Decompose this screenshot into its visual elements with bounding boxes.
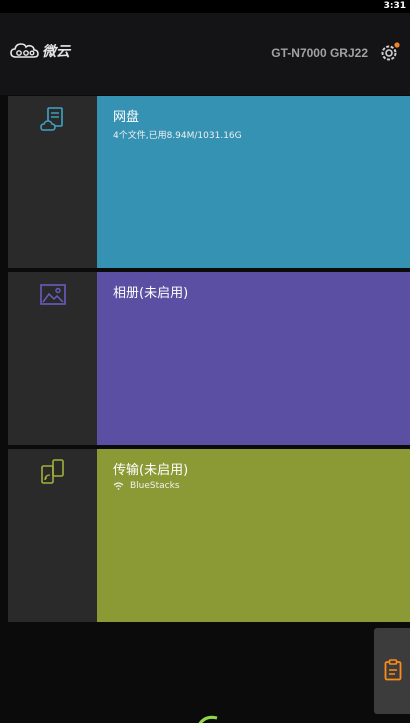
cloud-logo-icon [10,43,39,58]
device-name: GT-N7000 GRJ22 [271,46,368,60]
storage-usage-text: 4个文件,已用8.94M/1031.16G [113,131,242,141]
app-logo: 微云 [10,41,70,61]
screen: 3:31 微云 GT-N7000 GRJ22 网盘 4个文件,已用8.94M/1… [0,0,410,723]
tile-cloud-drive[interactable]: 网盘 4个文件,已用8.94M/1031.16G [8,96,410,268]
tile-subtitle: BlueStacks [113,481,180,491]
tile-subtitle: 4个文件,已用8.94M/1031.16G [113,128,242,141]
cloud-document-icon [40,107,63,131]
clipboard-button[interactable] [374,628,410,714]
tile-main: 网盘 4个文件,已用8.94M/1031.16G [97,96,410,268]
status-bar: 3:31 [0,0,410,13]
tile-title: 传输(未启用) [113,463,189,478]
tile-side [8,96,97,268]
network-name: BlueStacks [130,481,180,491]
tile-main: 传输(未启用) BlueStacks [97,449,410,622]
logo-text: 微云 [42,44,70,60]
tile-side [8,272,97,445]
status-time: 3:31 [383,1,406,11]
settings-button[interactable] [378,40,402,64]
tile-title: 网盘 [113,110,140,125]
clipboard-icon [384,659,402,681]
tile-side [8,449,97,622]
tile-album[interactable]: 相册(未启用) [8,272,410,445]
devices-icon [41,459,64,484]
app-header: 微云 GT-N7000 GRJ22 [0,13,410,95]
leaf-icon [198,715,218,723]
image-icon [40,284,66,305]
tile-transfer[interactable]: 传输(未启用) BlueStacks [8,449,410,622]
wifi-icon [113,482,124,490]
tile-title: 相册(未启用) [113,286,189,301]
tile-main: 相册(未启用) [97,272,410,445]
gear-icon [381,42,400,61]
